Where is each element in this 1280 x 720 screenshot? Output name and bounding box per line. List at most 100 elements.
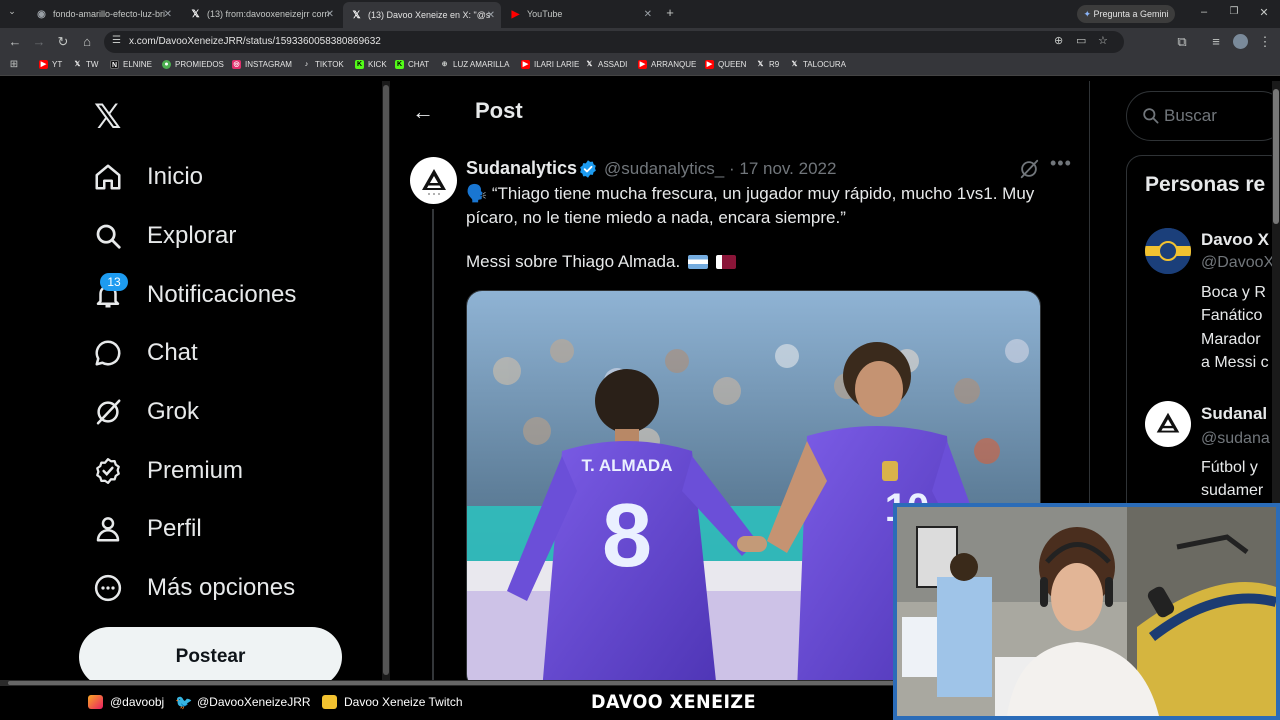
chat-icon — [92, 337, 124, 369]
x-icon: 𝕏 — [191, 8, 200, 20]
doc-icon: ◉ — [37, 8, 46, 20]
url-text: x.com/DavooXeneizeJRR/status/15933600583… — [129, 36, 381, 47]
bookmark-star-icon[interactable]: ☆ — [1098, 34, 1108, 47]
window-close-icon[interactable]: ✕ — [1256, 6, 1272, 19]
minimize-icon[interactable]: – — [1196, 6, 1212, 18]
back-arrow-icon[interactable]: ← — [412, 99, 434, 125]
bookmark-talocura[interactable]: 𝕏 TALOCURA — [790, 60, 846, 69]
reload-icon[interactable]: ↻ — [55, 34, 71, 50]
forward-icon[interactable]: → — [31, 34, 47, 49]
page-scrollbar[interactable] — [1273, 89, 1279, 224]
tab-search-icon[interactable]: ⌄ — [4, 6, 20, 17]
person-name[interactable]: Davoo X — [1201, 230, 1269, 250]
url-field[interactable]: ☰ x.com/DavooXeneizeJRR/status/159336005… — [104, 31, 1124, 53]
apps-grid-icon[interactable]: ⊞ — [6, 59, 22, 70]
person-name[interactable]: Sudanal — [1201, 404, 1267, 424]
bookmark-luz-amarilla[interactable]: ⊕ LUZ AMARILLA — [440, 60, 510, 69]
home-browser-icon[interactable]: ⌂ — [79, 34, 95, 49]
tab-2[interactable]: 𝕏 (13) from:davooxeneizejrr corre ✕ — [182, 4, 340, 24]
verified-icon — [580, 160, 596, 178]
bookmark-label: QUEEN — [718, 60, 747, 69]
bookmark-elnine[interactable]: N ELNINE — [110, 60, 152, 69]
close-icon[interactable]: ✕ — [326, 9, 334, 20]
close-icon[interactable]: ✕ — [644, 9, 652, 20]
twitter-bird-icon: 🐦 — [175, 694, 193, 710]
sidebar-item-explorar[interactable]: Explorar — [92, 216, 236, 256]
profile-avatar[interactable] — [1233, 34, 1248, 49]
person-handle[interactable]: @sudana — [1201, 430, 1270, 448]
sidebar-item-perfil[interactable]: Perfil — [92, 509, 202, 549]
bookmark-kick[interactable]: K KICK — [355, 60, 387, 69]
person-bio-line: Boca y R — [1201, 284, 1266, 301]
author-handle[interactable]: @sudanalytics_ — [604, 159, 724, 178]
bookmark-arranque[interactable]: ▶ ARRANQUE — [638, 60, 696, 69]
new-tab-icon[interactable]: + — [662, 5, 678, 20]
search-icon — [1143, 108, 1159, 124]
author-avatar[interactable] — [410, 157, 457, 204]
sidebar-item-mas-opciones[interactable]: Más opciones — [92, 568, 295, 608]
bookmark-label: PROMIEDOS — [175, 60, 224, 69]
sidebar-item-grok[interactable]: Grok — [92, 392, 199, 432]
youtube-icon: ▶ — [638, 60, 647, 69]
tweet-subtext-label: Messi sobre Thiago Almada. — [466, 252, 681, 271]
bookmark-assadi[interactable]: 𝕏 ASSADI — [585, 60, 628, 69]
cast-icon[interactable]: ▭ — [1076, 34, 1086, 47]
bookmark-tw[interactable]: 𝕏 TW — [73, 60, 99, 69]
more-circle-icon — [92, 572, 124, 604]
x-logo-icon[interactable]: 𝕏 — [94, 97, 121, 137]
youtube-icon: ▶ — [39, 60, 48, 69]
person-bio-line: Fútbol y — [1201, 459, 1258, 476]
browser-menu-icon[interactable]: ⋮ — [1257, 34, 1273, 50]
person-avatar[interactable] — [1145, 228, 1191, 274]
back-icon[interactable]: ← — [7, 34, 23, 49]
tab-1[interactable]: ◉ fondo-amarillo-efecto-luz-brilla ✕ — [28, 4, 178, 24]
site-info-icon[interactable]: ☰ — [112, 35, 121, 46]
person-handle[interactable]: @DavooX — [1201, 254, 1274, 272]
person-avatar[interactable] — [1145, 401, 1191, 447]
bookmark-label: KICK — [368, 60, 387, 69]
more-options-icon[interactable]: ••• — [1050, 153, 1072, 174]
sidebar-item-inicio[interactable]: Inicio — [92, 157, 203, 197]
grok-icon[interactable] — [1018, 158, 1040, 180]
tab-3-active[interactable]: 𝕏 (13) Davoo Xeneize en X: "@su ✕ — [343, 2, 501, 28]
bookmark-tiktok[interactable]: ♪ TIKTOK — [302, 60, 344, 69]
post-date[interactable]: 17 nov. 2022 — [739, 159, 836, 178]
jersey-number-label: 8 — [602, 486, 652, 586]
jersey-name-label: T. ALMADA — [582, 456, 673, 475]
post-button[interactable]: Postear — [79, 627, 342, 680]
zoom-icon[interactable]: ⊕ — [1054, 34, 1063, 47]
close-icon[interactable]: ✕ — [487, 10, 495, 21]
gemini-button[interactable]: ✦ Pregunta a Gemini — [1077, 5, 1175, 23]
person-bio-line: Fanático — [1201, 307, 1263, 324]
bookmark-ilari-larie[interactable]: ▶ ILARI LARIE — [521, 60, 579, 69]
webcam-overlay — [893, 503, 1280, 720]
sidebar-item-label: Perfil — [147, 515, 202, 542]
bookmark-label: ILARI LARIE — [534, 60, 580, 69]
bookmark-instagram[interactable]: ◎ INSTAGRAM — [232, 60, 292, 69]
bookmark-label: ARRANQUE — [651, 60, 697, 69]
bookmark-promiedos[interactable]: ● PROMIEDOS — [162, 60, 224, 69]
restore-icon[interactable]: ❐ — [1226, 6, 1242, 17]
sidebar-item-label: Explorar — [147, 222, 237, 249]
tab-4[interactable]: ▶ YouTube ✕ — [502, 4, 658, 24]
author-name[interactable]: Sudanalytics — [466, 158, 577, 179]
bookmark-r9[interactable]: 𝕏 R9 — [756, 60, 780, 69]
bookmark-label: R9 — [769, 60, 780, 69]
bookmark-label: ASSADI — [598, 60, 628, 69]
bookmark-label: INSTAGRAM — [245, 60, 292, 69]
tweet-subtext: Messi sobre Thiago Almada. — [466, 252, 736, 272]
sidebar-item-label: Más opciones — [147, 574, 296, 601]
sidebar-scrollbar[interactable] — [383, 85, 389, 675]
person-bio-line: Marador — [1201, 331, 1261, 348]
bookmark-yt[interactable]: ▶ YT — [39, 60, 62, 69]
sidebar-item-premium[interactable]: Premium — [92, 451, 243, 491]
tab-title: (13) Davoo Xeneize en X: "@su — [368, 10, 490, 20]
bookmark-chat[interactable]: K CHAT — [395, 60, 429, 69]
sidebar-item-chat[interactable]: Chat — [92, 333, 198, 373]
x-icon: 𝕏 — [586, 61, 593, 68]
close-icon[interactable]: ✕ — [164, 9, 172, 20]
extensions-icon[interactable]: ⧉ — [1174, 34, 1190, 50]
bookmark-queen[interactable]: ▶ QUEEN — [705, 60, 746, 69]
reading-list-icon[interactable]: ≡ — [1208, 34, 1224, 49]
search-icon — [92, 220, 124, 252]
